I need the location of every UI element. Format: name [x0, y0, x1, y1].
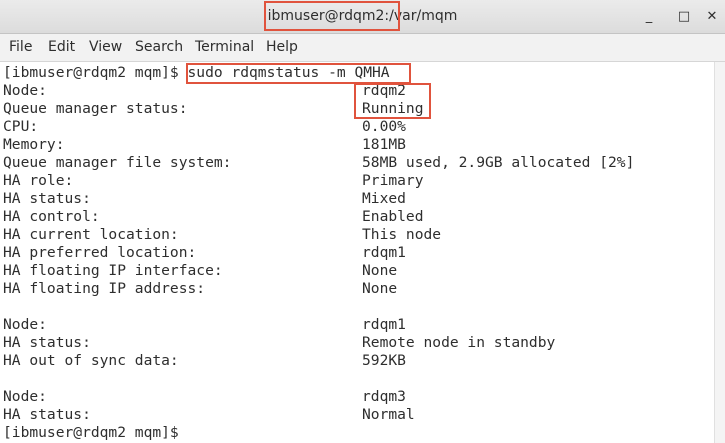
- status-value: 58MB used, 2.9GB allocated [2%]: [362, 154, 635, 171]
- terminal-scrollbar[interactable]: [714, 62, 725, 443]
- status-label: HA role:: [3, 172, 74, 189]
- status-value: 0.00%: [362, 118, 406, 135]
- status-label: Queue manager file system:: [3, 154, 232, 171]
- status-value: None: [362, 262, 398, 279]
- menu-search[interactable]: Search: [135, 39, 183, 55]
- status-label: Node:: [3, 82, 47, 99]
- status-value: 592KB: [362, 352, 406, 369]
- status-value: rdqm1: [362, 244, 406, 261]
- highlight-window-title: [264, 1, 400, 31]
- status-label: Node:: [3, 316, 47, 333]
- status-value: Remote node in standby: [362, 334, 556, 351]
- status-value: This node: [362, 226, 442, 243]
- status-label: HA control:: [3, 208, 100, 225]
- status-value: rdqm1: [362, 316, 406, 333]
- status-value: Enabled: [362, 208, 424, 225]
- status-label: Queue manager status:: [3, 100, 188, 117]
- status-label: HA floating IP interface:: [3, 262, 223, 279]
- status-label: HA status:: [3, 406, 91, 423]
- terminal-output[interactable]: [ibmuser@rdqm2 mqm]$ sudo rdqmstatus -m …: [3, 62, 713, 443]
- status-label: Memory:: [3, 136, 65, 153]
- status-value: 181MB: [362, 136, 406, 153]
- menu-help[interactable]: Help: [266, 39, 298, 55]
- status-label: HA out of sync data:: [3, 352, 179, 369]
- status-value: Mixed: [362, 190, 406, 207]
- shell-prompt: [ibmuser@rdqm2 mqm]$: [3, 64, 188, 81]
- highlight-node-status: [354, 83, 431, 119]
- menu-terminal[interactable]: Terminal: [195, 39, 254, 55]
- status-label: HA preferred location:: [3, 244, 197, 261]
- close-button[interactable]: ✕: [701, 6, 723, 28]
- status-label: HA status:: [3, 334, 91, 351]
- minimize-button[interactable]: _: [638, 6, 660, 28]
- status-value: Normal: [362, 406, 415, 423]
- status-label: HA status:: [3, 190, 91, 207]
- status-label: HA floating IP address:: [3, 280, 206, 297]
- menu-file[interactable]: File: [9, 39, 32, 55]
- highlight-command: [186, 63, 411, 84]
- menu-view[interactable]: View: [89, 39, 122, 55]
- status-value: None: [362, 280, 398, 297]
- menu-edit[interactable]: Edit: [48, 39, 75, 55]
- maximize-button[interactable]: □: [673, 6, 695, 28]
- final-prompt: [ibmuser@rdqm2 mqm]$: [3, 424, 188, 441]
- status-label: HA current location:: [3, 226, 179, 243]
- status-label: Node:: [3, 388, 47, 405]
- status-label: CPU:: [3, 118, 39, 135]
- menu-bar: File Edit View Search Terminal Help: [0, 34, 725, 62]
- status-value: Primary: [362, 172, 424, 189]
- status-value: rdqm3: [362, 388, 406, 405]
